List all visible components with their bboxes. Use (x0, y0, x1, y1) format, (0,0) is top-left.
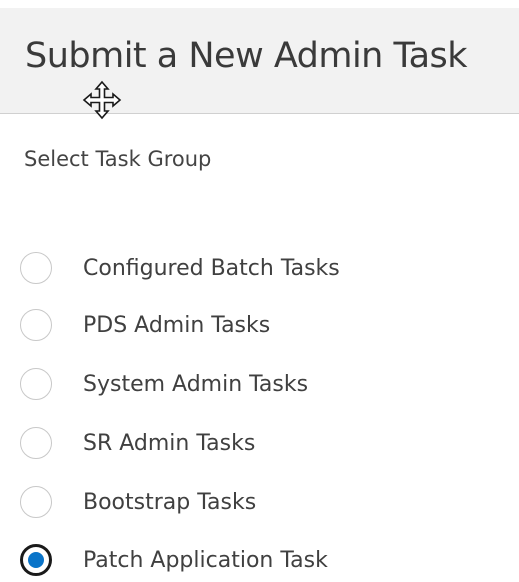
radio-label[interactable]: SR Admin Tasks (83, 431, 255, 456)
radio-button[interactable] (20, 427, 52, 459)
dialog-title: Submit a New Admin Task (25, 36, 468, 76)
radio-button[interactable] (20, 368, 52, 400)
radio-option-bootstrap-tasks[interactable]: Bootstrap Tasks (20, 480, 490, 524)
radio-option-patch-application-task[interactable]: Patch Application Task (20, 538, 490, 582)
radio-label[interactable]: Bootstrap Tasks (83, 490, 256, 515)
radio-option-configured-batch-tasks[interactable]: Configured Batch Tasks (20, 246, 490, 290)
top-strip (0, 0, 519, 8)
radio-label[interactable]: PDS Admin Tasks (83, 313, 270, 338)
dialog-header[interactable]: Submit a New Admin Task (0, 8, 519, 114)
radio-label[interactable]: Patch Application Task (83, 548, 328, 573)
radio-label[interactable]: System Admin Tasks (83, 372, 308, 397)
radio-button[interactable] (20, 544, 52, 576)
radio-button[interactable] (20, 486, 52, 518)
radio-label[interactable]: Configured Batch Tasks (83, 256, 340, 281)
radio-option-system-admin-tasks[interactable]: System Admin Tasks (20, 362, 490, 406)
radio-option-sr-admin-tasks[interactable]: SR Admin Tasks (20, 421, 490, 465)
move-cursor-icon (82, 80, 122, 120)
radio-button[interactable] (20, 252, 52, 284)
radio-option-pds-admin-tasks[interactable]: PDS Admin Tasks (20, 303, 490, 347)
radio-button[interactable] (20, 309, 52, 341)
task-group-label: Select Task Group (24, 147, 212, 171)
